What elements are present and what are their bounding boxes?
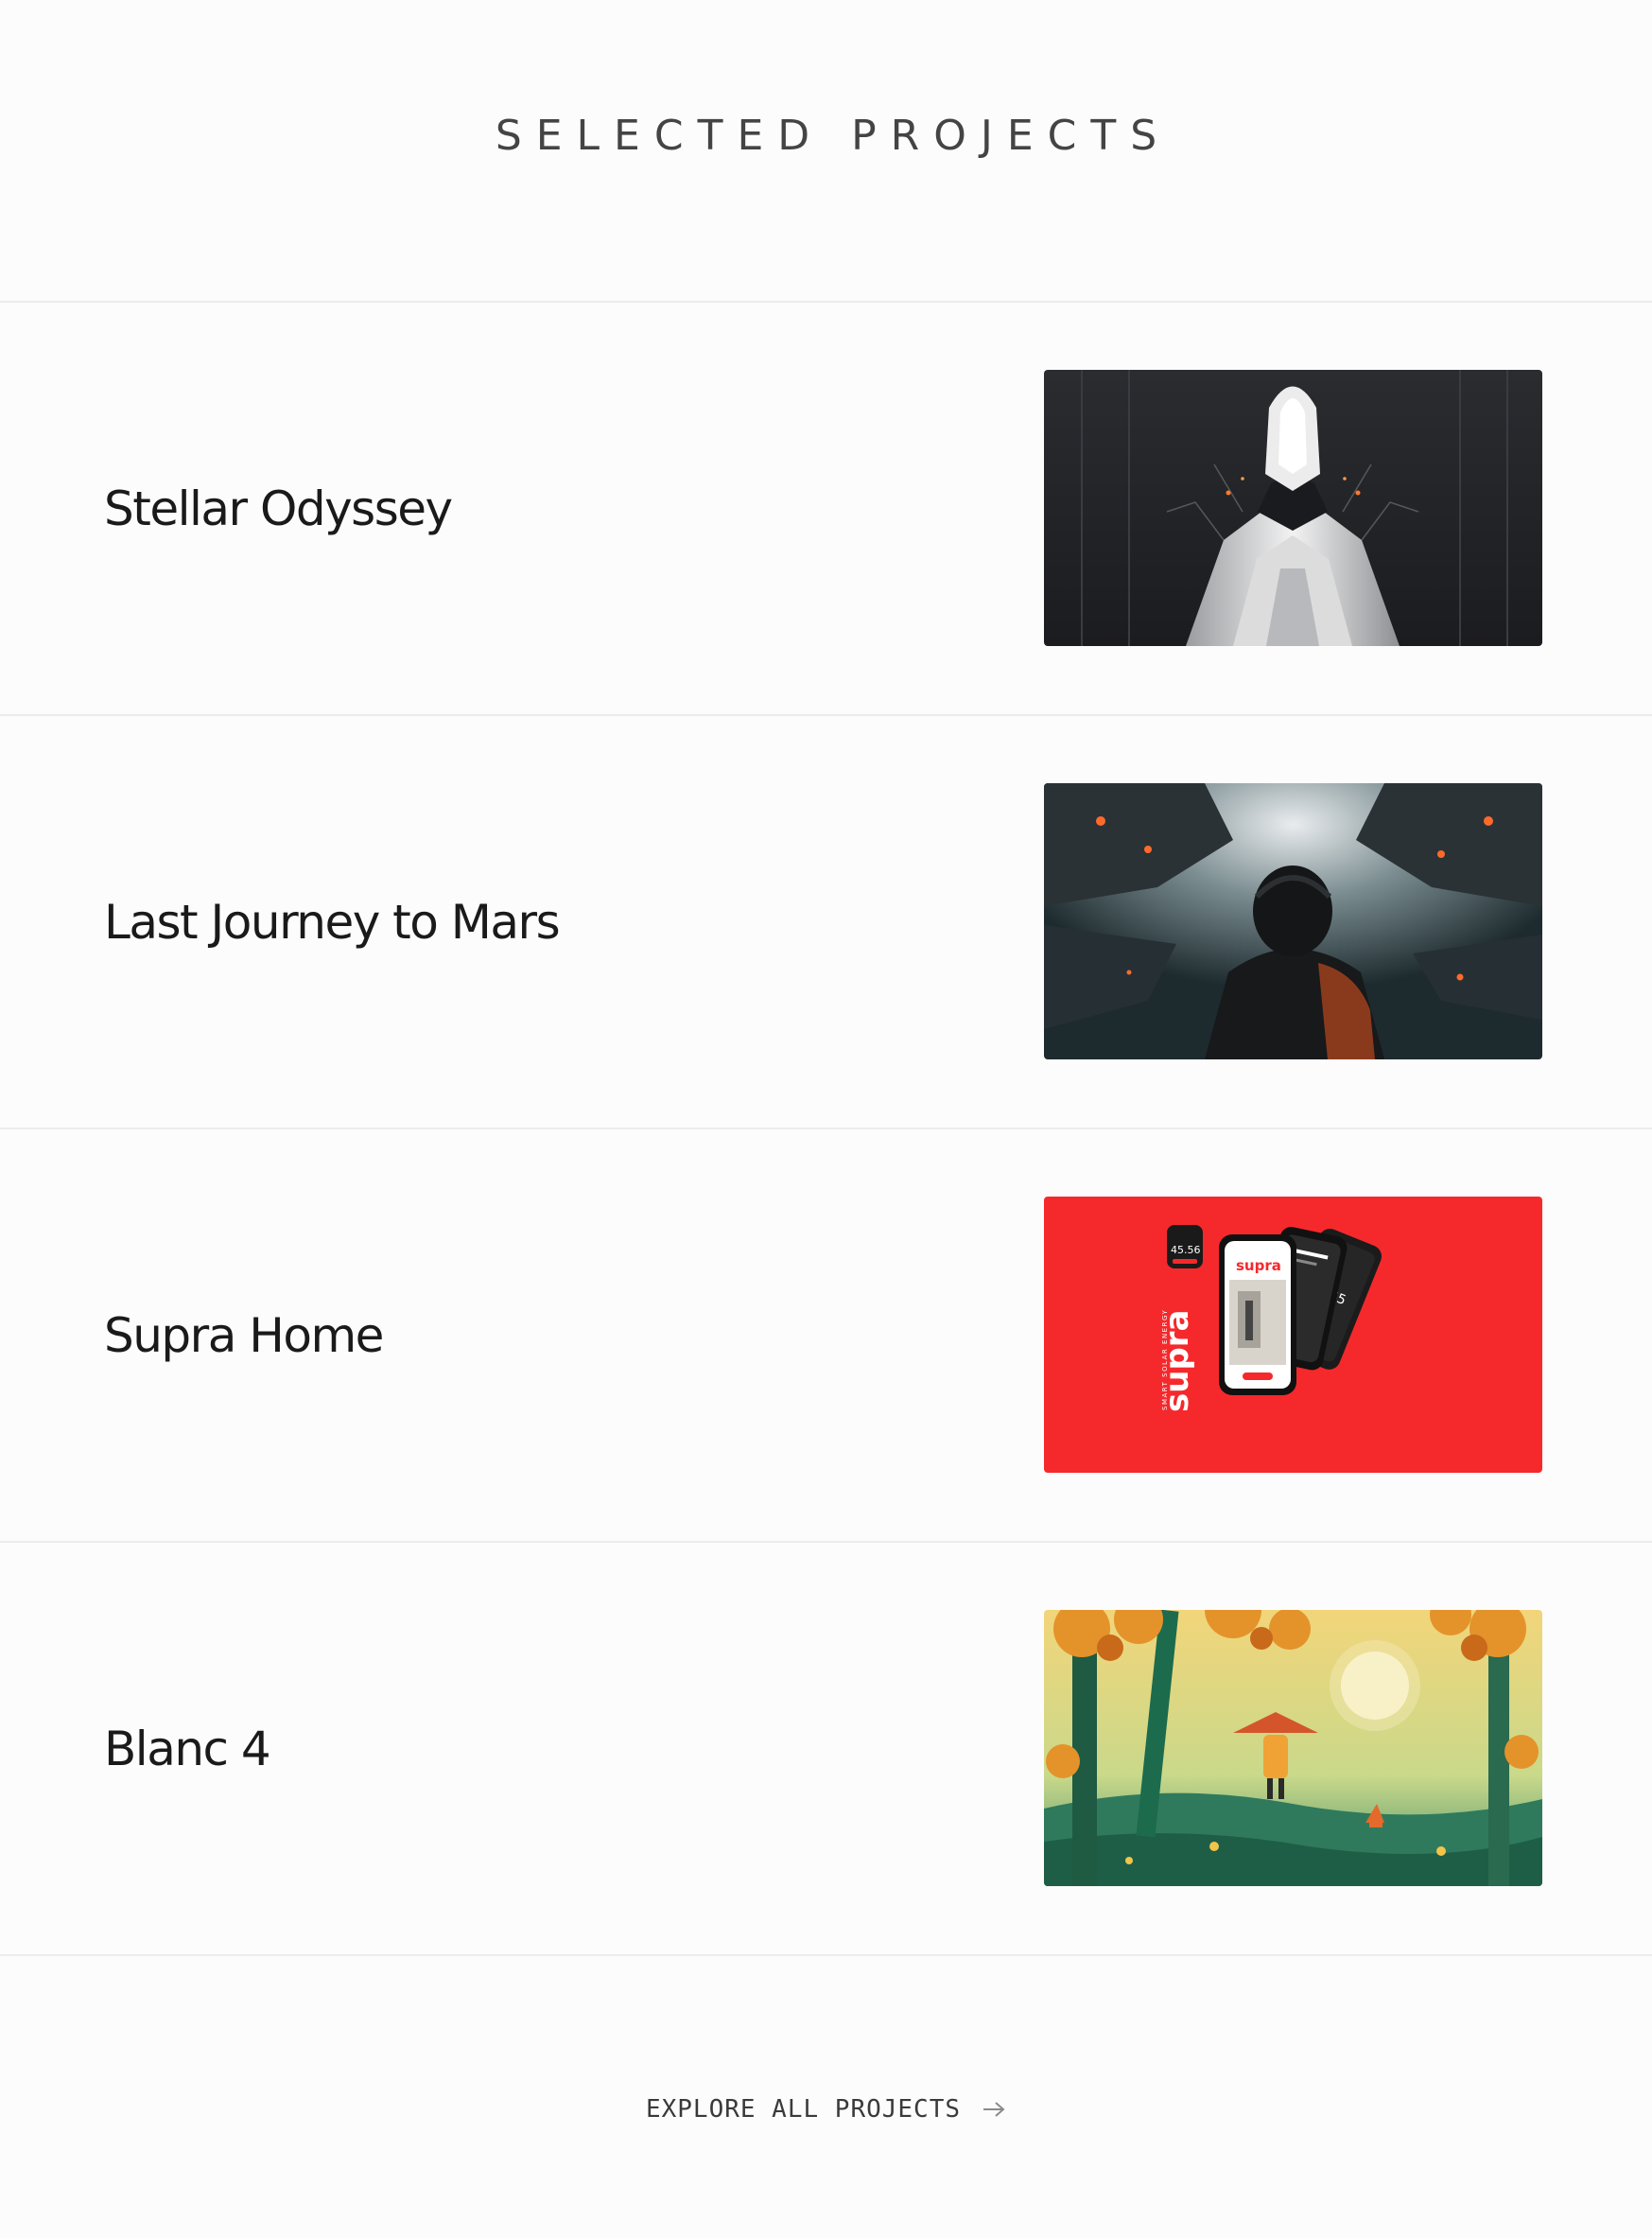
svg-text:supra: supra bbox=[1236, 1257, 1281, 1274]
supra-app-mockup-image: supra SMART SOLAR ENERGY 45.56 3.65 bbox=[1044, 1197, 1542, 1473]
explore-all-projects-label[interactable]: EXPLORE ALL PROJECTS bbox=[646, 2095, 961, 2124]
section-title: SELECTED PROJECTS bbox=[495, 112, 1172, 160]
project-title[interactable]: Stellar Odyssey bbox=[104, 481, 453, 536]
project-title[interactable]: Supra Home bbox=[104, 1308, 384, 1363]
project-thumbnail[interactable]: supra SMART SOLAR ENERGY 45.56 3.65 bbox=[1044, 1197, 1542, 1473]
project-row-supra-home[interactable]: Supra Home supra SMART SOLAR ENERGY 45.5… bbox=[0, 1129, 1652, 1543]
forest-illustration-image bbox=[1044, 1610, 1542, 1886]
robot-figure-image bbox=[1044, 370, 1542, 646]
project-title[interactable]: Blanc 4 bbox=[104, 1722, 271, 1776]
arrow-right-icon[interactable] bbox=[982, 2100, 1006, 2119]
project-row-blanc-4[interactable]: Blanc 4 bbox=[0, 1543, 1652, 1956]
explore-all-projects-link[interactable]: EXPLORE ALL PROJECTS bbox=[0, 2095, 1652, 2124]
watch-value-text: 45.56 bbox=[1171, 1244, 1201, 1256]
project-thumbnail[interactable] bbox=[1044, 370, 1542, 646]
project-thumbnail[interactable] bbox=[1044, 1610, 1542, 1886]
project-title[interactable]: Last Journey to Mars bbox=[104, 895, 561, 950]
astronaut-image bbox=[1044, 783, 1542, 1059]
project-list: Stellar Odyssey Last Journey to Mars Sup… bbox=[0, 301, 1652, 1956]
project-row-last-journey-to-mars[interactable]: Last Journey to Mars bbox=[0, 716, 1652, 1129]
supra-tagline-text: SMART SOLAR ENERGY bbox=[1161, 1309, 1169, 1410]
project-row-stellar-odyssey[interactable]: Stellar Odyssey bbox=[0, 303, 1652, 716]
project-thumbnail[interactable] bbox=[1044, 783, 1542, 1059]
